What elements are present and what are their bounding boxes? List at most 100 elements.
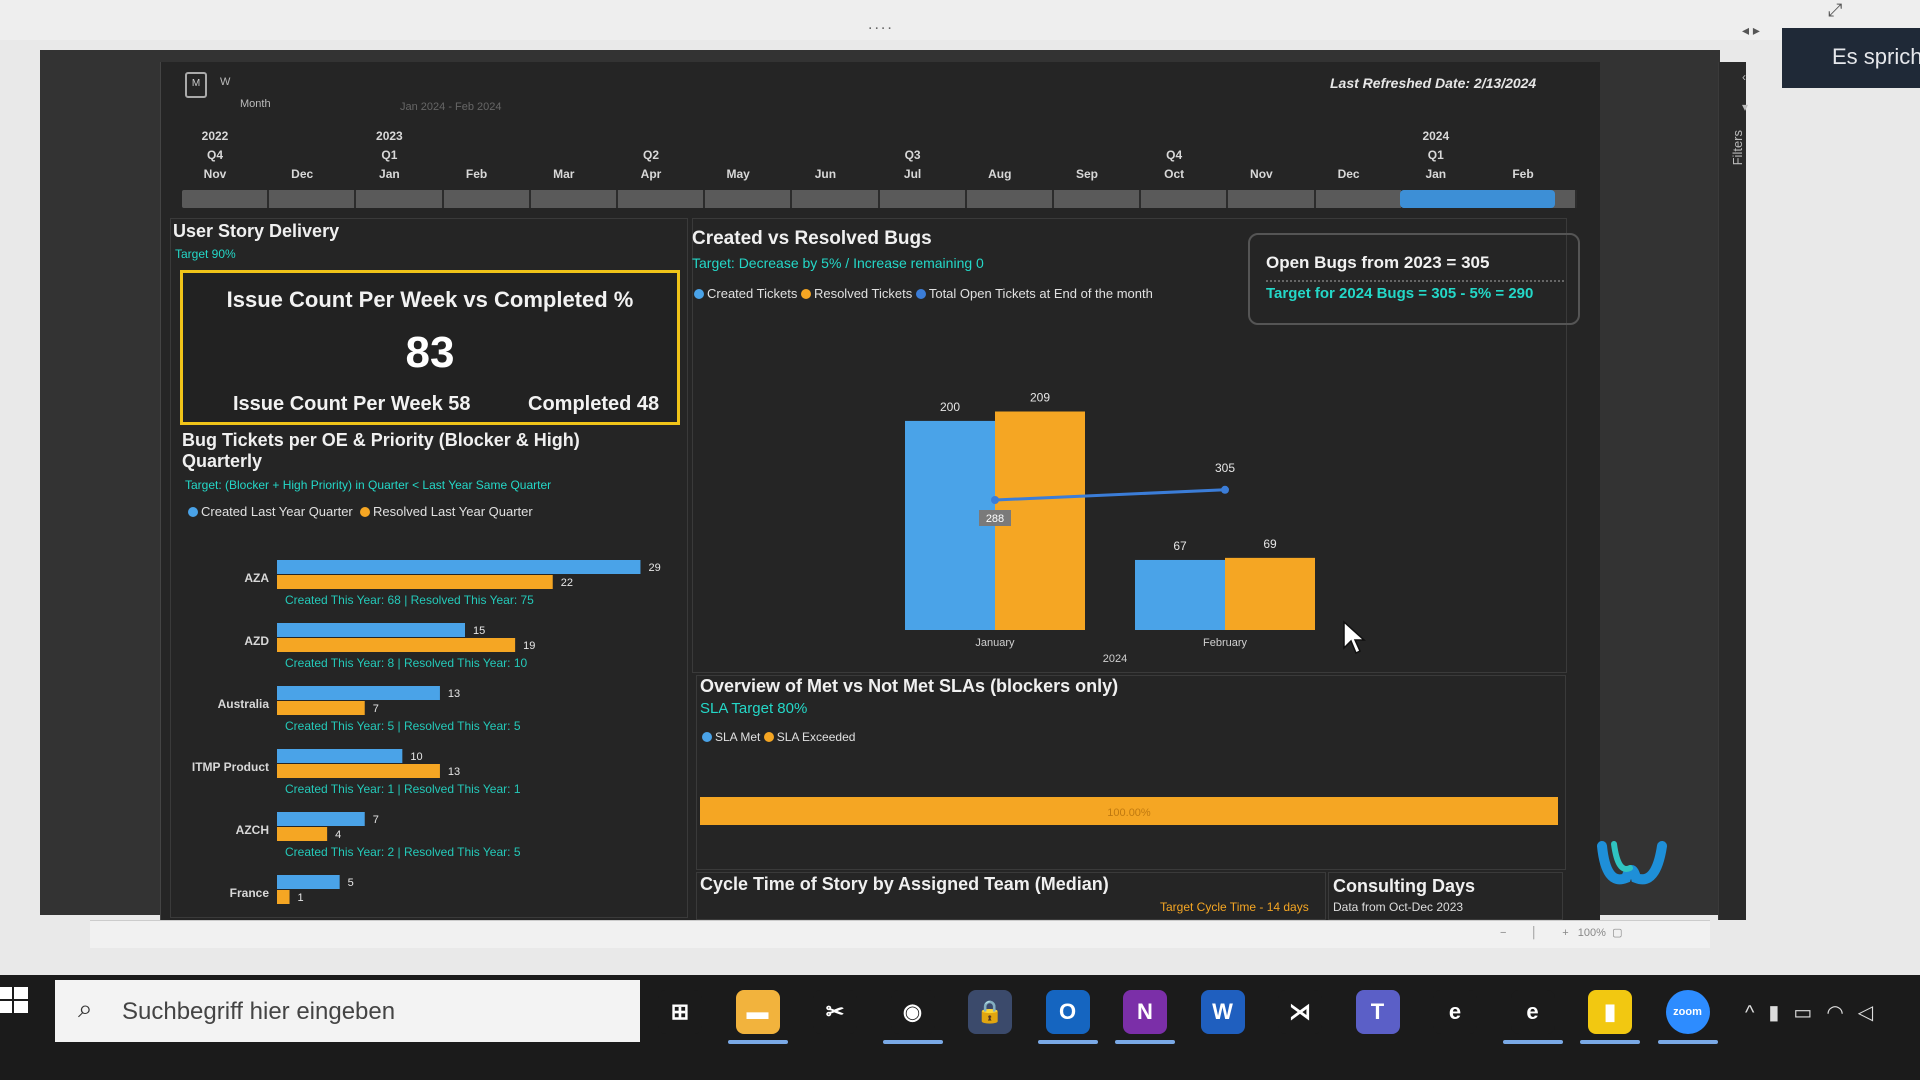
word-icon[interactable]: W [1200, 990, 1245, 1034]
collapse-filters-icon[interactable]: ‹ [1742, 70, 1746, 84]
power-bi-icon[interactable]: ▮ [1588, 990, 1632, 1034]
internet-explorer-icon[interactable]: e [1433, 990, 1477, 1034]
month-label: Month [240, 98, 271, 110]
legend-item[interactable]: Created Tickets [694, 286, 797, 301]
window-drag-handle[interactable]: .... [868, 16, 894, 34]
chrome-icon[interactable]: ◉ [890, 990, 935, 1034]
onenote-icon[interactable]: N [1123, 990, 1167, 1034]
task-view-icon[interactable]: ⊞ [658, 990, 702, 1034]
timeline-selection[interactable] [1400, 190, 1555, 208]
bar-resolved[interactable] [277, 701, 365, 715]
card-divider [1266, 280, 1564, 282]
zoom-icon[interactable]: zoom [1665, 990, 1710, 1034]
microphone-icon[interactable]: ▮ [1768, 1002, 1793, 1024]
timeline-month[interactable]: Apr [616, 165, 686, 184]
edge-icon[interactable]: e [1510, 990, 1555, 1034]
report-footer-bar [90, 920, 1710, 948]
keepass-icon[interactable]: 🔒 [968, 990, 1012, 1034]
bar-created[interactable] [277, 623, 465, 637]
timeline-month[interactable]: Feb [442, 165, 512, 184]
filters-pane[interactable] [1718, 62, 1746, 920]
bar-value-label: 7 [373, 703, 379, 715]
legend-item[interactable]: SLA Exceeded [763, 730, 855, 744]
timeline-segment[interactable] [531, 190, 618, 208]
timeline-year: 2024 [1422, 129, 1450, 143]
legend-item[interactable]: Total Open Tickets at End of the month [915, 286, 1153, 301]
legend-dot-icon [188, 507, 198, 517]
bar-created[interactable] [277, 812, 365, 826]
sla-bar-chart[interactable]: 100.00% [700, 795, 1562, 831]
timeline-segment[interactable] [182, 190, 270, 208]
timeline-segment[interactable] [792, 190, 880, 208]
timeline-month[interactable]: Jan [354, 165, 424, 184]
open-tickets-point[interactable] [991, 496, 999, 504]
legend-item[interactable]: Resolved Tickets [800, 286, 912, 301]
bar-resolved[interactable] [277, 827, 328, 841]
timeline-month[interactable]: Jan [1401, 165, 1471, 184]
timeline-segment[interactable] [705, 190, 793, 208]
column-created[interactable] [1135, 559, 1225, 630]
open-tickets-point[interactable] [1221, 485, 1229, 494]
bar-resolved[interactable] [277, 638, 516, 652]
open-bugs-card: Open Bugs from 2023 = 305 Target for 202… [1248, 233, 1580, 325]
timeline-month[interactable]: Nov [1226, 165, 1296, 184]
timeline-segment[interactable] [1228, 190, 1316, 208]
timeline-month[interactable]: Oct [1139, 165, 1209, 184]
timeline-month[interactable]: Dec [1314, 165, 1384, 184]
bug-tickets-bar-chart[interactable]: AZA 29 22 Created This Year: 68 | Resolved … [175, 550, 685, 915]
timeline-month[interactable]: Feb [1488, 165, 1558, 184]
legend-item[interactable]: Resolved Last Year Quarter [360, 504, 533, 519]
created-resolved-chart[interactable]: 200 209 January 67 69 February 2024 288 305 [860, 360, 1340, 670]
chevron-up-icon[interactable]: ^ [1745, 1002, 1768, 1024]
filters-label[interactable]: Filters [1730, 130, 1745, 165]
legend-dot-icon [702, 732, 712, 742]
timeline-segment[interactable] [880, 190, 967, 208]
timeline-month[interactable]: Mar [529, 165, 599, 184]
bar-resolved[interactable] [277, 575, 553, 589]
expand-icon[interactable]: ⤢ [1828, 0, 1842, 21]
bar-created[interactable] [277, 686, 440, 700]
timeline-month[interactable]: Aug [965, 165, 1035, 184]
timeline-month[interactable]: May [703, 165, 773, 184]
timeline-month[interactable]: Nov [180, 165, 250, 184]
timeline-month[interactable]: Dec [267, 165, 337, 184]
teams-icon[interactable]: T [1355, 990, 1400, 1034]
zoom-control[interactable]: − │ + 100% ▢ [1500, 926, 1622, 939]
bar-resolved[interactable] [277, 890, 290, 904]
file-explorer-icon[interactable]: ▬ [735, 990, 780, 1034]
snipping-icon[interactable]: ✂ [813, 990, 857, 1034]
volume-icon[interactable]: ◁ [1858, 1002, 1887, 1024]
timeline-segment[interactable] [444, 190, 531, 208]
wifi-icon[interactable]: ◠ [1826, 1002, 1857, 1024]
windows-start-icon[interactable] [0, 985, 30, 1015]
timeline-segment[interactable] [356, 190, 444, 208]
timeline-segment[interactable] [618, 190, 706, 208]
legend-item[interactable]: SLA Met [702, 730, 760, 744]
bar-created[interactable] [277, 749, 403, 763]
bar-resolved[interactable] [277, 764, 440, 778]
report-logo-icon: M [185, 72, 207, 98]
battery-icon[interactable]: ▭ [1793, 1002, 1826, 1024]
vscode-icon[interactable]: ⋊ [1278, 990, 1322, 1034]
bar-created[interactable] [277, 560, 641, 574]
fit-page-icon[interactable]: ▢ [1612, 927, 1622, 939]
timeline-segment[interactable] [967, 190, 1054, 208]
funnel-icon[interactable]: ▾ [1742, 100, 1748, 114]
bar-created[interactable] [277, 875, 340, 889]
timeline-segment[interactable] [1316, 190, 1403, 208]
date-range-label: Jan 2024 - Feb 2024 [400, 101, 502, 113]
timeline-segment[interactable] [1141, 190, 1229, 208]
outlook-icon[interactable]: O [1045, 990, 1090, 1034]
system-tray[interactable]: ^▮▭◠◁ [1745, 1000, 1887, 1025]
kpi-card[interactable]: Issue Count Per Week vs Completed % 83 I… [180, 270, 680, 425]
search-placeholder[interactable]: Suchbegriff hier eingeben [122, 998, 395, 1026]
timeline-segment[interactable] [269, 190, 357, 208]
running-app-indicator [1115, 1040, 1175, 1044]
timeline-segment[interactable] [1054, 190, 1142, 208]
timeline-month[interactable]: Jun [790, 165, 860, 184]
timeline-month[interactable]: Jul [878, 165, 948, 184]
legend-item[interactable]: Created Last Year Quarter [188, 504, 353, 519]
timeline-month[interactable]: Sep [1052, 165, 1122, 184]
window-nav-arrows-icon[interactable]: ◂ ▸ [1742, 22, 1760, 39]
column-resolved[interactable] [1225, 557, 1315, 630]
